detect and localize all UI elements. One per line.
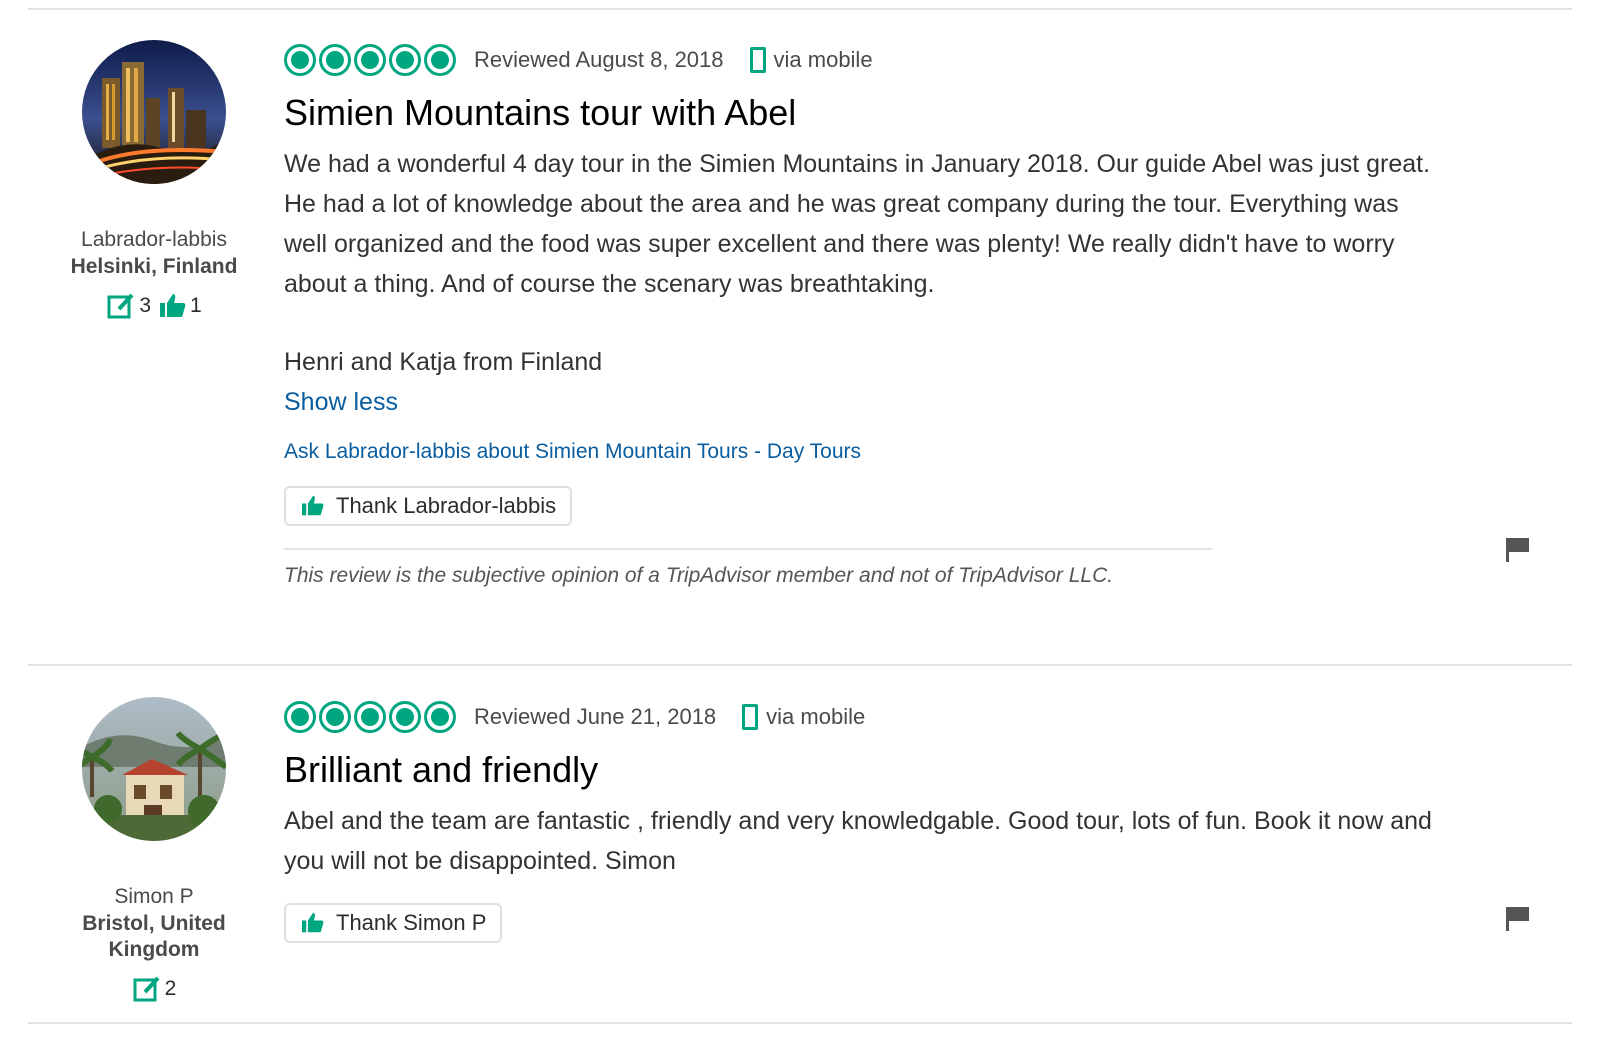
rating-bubble-icon	[284, 701, 316, 733]
avatar-house-image	[82, 697, 226, 841]
review-count-value: 3	[139, 294, 151, 317]
rating-bubble-icon	[389, 701, 421, 733]
mobile-icon	[749, 47, 766, 73]
rating-bubble-icon	[389, 44, 421, 76]
review-content: Reviewed August 8, 2018 via mobile Simie…	[284, 40, 1434, 588]
thumbs-up-icon	[302, 912, 324, 933]
member-info: Simon P Bristol, United Kingdom 2	[60, 697, 248, 1003]
helpful-votes: 1	[159, 293, 202, 319]
review-date: Reviewed June 21, 2018	[474, 704, 717, 729]
top-divider	[28, 8, 1572, 10]
thank-button[interactable]: Thank Simon P	[284, 903, 503, 943]
review-title[interactable]: Simien Mountains tour with Abel	[284, 92, 1434, 134]
review-signature: Henri and Katja from Finland	[284, 348, 603, 376]
member-username[interactable]: Labrador-labbis	[60, 226, 248, 254]
rating-bubble-icon	[424, 701, 456, 733]
thank-button-label: Thank Simon P	[336, 910, 487, 935]
show-less-link[interactable]: Show less	[284, 382, 1434, 422]
thank-button-label: Thank Labrador-labbis	[336, 493, 557, 518]
rating-bubbles	[284, 701, 456, 733]
thank-row: Thank Simon P	[284, 903, 1434, 943]
member-location: Bristol, United Kingdom	[82, 912, 226, 961]
rating-bubble-icon	[319, 701, 351, 733]
thank-button[interactable]: Thank Labrador-labbis	[284, 486, 573, 526]
review-divider	[28, 664, 1572, 666]
rating-bubble-icon	[424, 44, 456, 76]
rating-bubbles	[284, 44, 456, 76]
via-mobile-label: via mobile	[766, 704, 866, 729]
disclaimer-divider	[284, 548, 1212, 550]
bottom-divider	[28, 1022, 1572, 1024]
mobile-icon	[742, 704, 759, 730]
thumbs-up-icon	[160, 294, 186, 317]
helpful-votes-value: 1	[190, 294, 202, 317]
review-disclaimer: This review is the subjective opinion of…	[284, 564, 1114, 587]
rating-bubble-icon	[319, 44, 351, 76]
review-count-icon	[107, 293, 134, 319]
review-content: Reviewed June 21, 2018 via mobile Brilli…	[284, 697, 1434, 943]
avatar-city-image	[82, 40, 226, 184]
avatar[interactable]	[82, 40, 226, 184]
rating-bubble-icon	[354, 44, 386, 76]
review-count: 2	[132, 975, 177, 1003]
via-mobile: via mobile	[749, 47, 873, 73]
flag-icon[interactable]	[1504, 536, 1532, 564]
review-count-icon	[133, 976, 160, 1002]
review-title[interactable]: Brilliant and friendly	[284, 749, 1434, 791]
member-username[interactable]: Simon P	[60, 883, 248, 911]
review-count: 3	[106, 292, 151, 320]
member-location: Helsinki, Finland	[70, 255, 238, 278]
review-date: Reviewed August 8, 2018	[474, 47, 724, 72]
flag-icon[interactable]	[1504, 905, 1532, 933]
thumbs-up-icon	[302, 495, 324, 516]
avatar[interactable]	[82, 697, 226, 841]
rating-bubble-icon	[284, 44, 316, 76]
via-mobile: via mobile	[742, 704, 865, 730]
ask-reviewer-link[interactable]: Ask Labrador-labbis about Simien Mountai…	[284, 440, 1434, 464]
review-count-value: 2	[164, 977, 177, 1000]
member-stats: 2	[60, 975, 248, 1003]
rating-bubble-icon	[354, 701, 386, 733]
review-body: Abel and the team are fantastic , friend…	[284, 807, 1432, 875]
review-meta: Reviewed August 8, 2018 via mobile	[284, 40, 1434, 80]
member-stats: 3 1	[60, 292, 248, 320]
review-body: We had a wonderful 4 day tour in the Sim…	[284, 150, 1431, 298]
thank-row: Thank Labrador-labbis	[284, 486, 1434, 526]
review-meta: Reviewed June 21, 2018 via mobile	[284, 697, 1434, 737]
member-info: Labrador-labbis Helsinki, Finland 3 1	[60, 40, 248, 320]
via-mobile-label: via mobile	[773, 47, 873, 72]
